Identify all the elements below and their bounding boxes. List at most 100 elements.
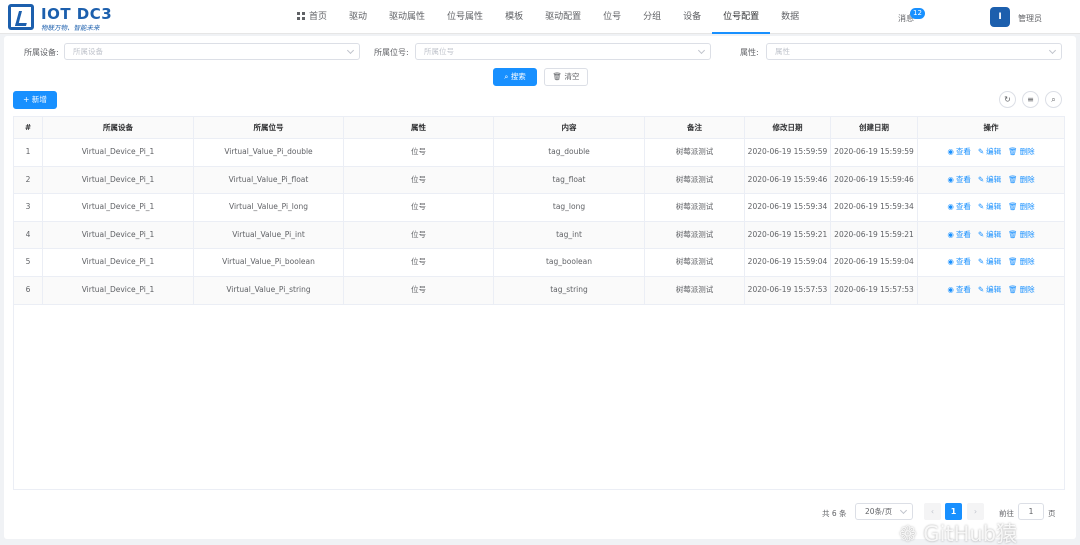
table-cell-actions: ◉ 查看 ✎ 编辑 🗑 删除 [918,167,1064,194]
view-button[interactable]: ◉ 查看 [947,249,971,276]
table-cell-device: Virtual_Device_Pi_1 [43,194,194,221]
table-row: 1 Virtual_Device_Pi_1 Virtual_Value_Pi_dou… [14,139,1064,167]
table-cell-remark: 树莓派测试 [645,166,745,194]
edit-button[interactable]: ✎ 编辑 [978,167,1001,194]
table-cell-actions: ◉ 查看 ✎ 编辑 🗑 删除 [918,139,1064,166]
top-nav: 首页 驱动 驱动属性 位号属性 模板 驱动配置 位号 分组 设备 位号配置 数据 [286,0,810,34]
delete-button[interactable]: 🗑 删除 [1008,139,1035,166]
trash-icon: 🗑 [1008,202,1018,212]
table-cell-remark: 树莓派测试 [645,249,745,276]
nav-item-point-attribute[interactable]: 位号属性 [436,0,494,34]
admin-avatar-icon[interactable]: I [990,7,1010,27]
nav-item-template[interactable]: 模板 [494,0,534,34]
nav-item-group[interactable]: 分组 [632,0,672,34]
table-cell-remark: 树莓派测试 [645,221,745,249]
table-cell-content: tag_boolean [494,249,645,276]
trash-icon: 🗑 [1008,147,1018,156]
eye-icon: ◉ [947,174,954,184]
delete-button[interactable]: 🗑 删除 [1008,167,1035,194]
table-cell-content: tag_double [494,139,645,166]
table-cell-point: Virtual_Value_Pi_long [194,194,344,221]
table-cell-updated: 2020-06-19 15:59:59 [745,139,831,166]
add-button[interactable]: + 新增 [13,91,57,109]
table-cell-created: 2020-06-19 15:59:59 [831,139,918,166]
delete-button[interactable]: 🗑 删除 [1008,277,1035,304]
view-button[interactable]: ◉ 查看 [947,222,971,249]
table-cell-actions: ◉ 查看 ✎ 编辑 🗑 删除 [918,277,1064,304]
table-cell-actions: ◉ 查看 ✎ 编辑 🗑 删除 [918,222,1064,249]
delete-button[interactable]: 🗑 删除 [1008,194,1035,221]
edit-button[interactable]: ✎ 编辑 [978,277,1001,304]
table-cell-device: Virtual_Device_Pi_1 [43,221,194,249]
nav-item-driver[interactable]: 驱动 [338,0,378,34]
plus-icon: + [23,95,30,104]
view-button[interactable]: ◉ 查看 [947,167,971,194]
point-filter-select[interactable]: 所属位号 [415,43,711,60]
table-cell-point: Virtual_Value_Pi_float [194,166,344,194]
eye-icon: ◉ [947,257,954,267]
table-cell-content: tag_int [494,221,645,249]
main-card: 所属设备: 所属设备 所属位号: 所属位号 属性: 属性 ⌕ 搜索 🗑 清空 +… [4,36,1076,545]
view-button[interactable]: ◉ 查看 [947,194,971,221]
column-header: 创建日期 [831,117,918,138]
edit-button[interactable]: ✎ 编辑 [978,194,1001,221]
table-row: 5 Virtual_Device_Pi_1 Virtual_Value_Pi_boo… [14,249,1064,277]
top-header: IOT DC3 物联万物、智能未来 首页 驱动 驱动属性 位号属性 模板 驱动配… [0,0,1080,34]
sort-icon[interactable]: ≡ [1022,91,1039,108]
nav-item-data[interactable]: 数据 [770,0,810,34]
device-filter-label: 所属设备: [24,48,59,57]
refresh-icon[interactable]: ↻ [999,91,1016,108]
table-cell-created: 2020-06-19 15:59:04 [831,249,918,276]
trash-icon: 🗑 [552,72,563,81]
table-cell-created: 2020-06-19 15:59:34 [831,194,918,221]
app-logo[interactable]: IOT DC3 物联万物、智能未来 [8,4,138,32]
admin-label[interactable]: 管理员 [1018,13,1042,24]
nav-item-device[interactable]: 设备 [672,0,712,34]
reset-button[interactable]: 🗑 清空 [544,68,588,86]
search-button[interactable]: ⌕ 搜索 [493,68,537,86]
column-header: # [14,117,43,138]
column-header: 所属设备 [43,117,194,138]
view-button[interactable]: ◉ 查看 [947,139,971,166]
attr-filter-select[interactable]: 属性 [766,43,1062,60]
chevron-down-icon [346,46,355,55]
nav-item-point-config[interactable]: 位号配置 [712,0,771,34]
edit-button[interactable]: ✎ 编辑 [978,139,1001,166]
table-cell-attr: 位号 [344,221,494,249]
delete-button[interactable]: 🗑 删除 [1008,249,1035,276]
delete-button[interactable]: 🗑 删除 [1008,222,1035,249]
column-header: 所属位号 [194,117,344,138]
grid-icon [297,12,305,20]
nav-item-home[interactable]: 首页 [286,0,338,34]
table-cell-remark: 树莓派测试 [645,139,745,166]
table-cell-point: Virtual_Value_Pi_boolean [194,249,344,276]
eye-icon: ◉ [947,229,954,239]
table-cell-device: Virtual_Device_Pi_1 [43,276,194,304]
column-header: 备注 [645,117,745,138]
table-cell-updated: 2020-06-19 15:59:34 [745,194,831,221]
device-filter-select[interactable]: 所属设备 [64,43,360,60]
table-cell-attr: 位号 [344,249,494,276]
nav-item-driver-attribute[interactable]: 驱动属性 [378,0,436,34]
table-cell-actions: ◉ 查看 ✎ 编辑 🗑 删除 [918,194,1064,221]
nav-item-point[interactable]: 位号 [592,0,632,34]
pencil-icon: ✎ [977,147,985,156]
trash-icon: 🗑 [1008,229,1018,239]
table-cell-updated: 2020-06-19 15:59:46 [745,166,831,194]
table-cell-updated: 2020-06-19 15:59:21 [745,221,831,249]
edit-button[interactable]: ✎ 编辑 [978,222,1001,249]
logo-mark-icon [8,4,34,30]
table-cell-updated: 2020-06-19 15:59:04 [745,249,831,276]
table-cell-idx: 4 [14,221,43,249]
goto-page-input[interactable]: 1 [1018,503,1044,520]
table-cell-device: Virtual_Device_Pi_1 [43,139,194,166]
column-header: 操作 [983,123,999,132]
table-header: # 所属设备 所属位号 属性 内容 备注 修改日期 创建日期 操作 [14,117,1064,139]
table-cell-idx: 1 [14,139,43,166]
table-cell-idx: 5 [14,249,43,276]
view-button[interactable]: ◉ 查看 [947,277,971,304]
table-cell-idx: 3 [14,194,43,221]
nav-item-driver-config[interactable]: 驱动配置 [534,0,592,34]
search-toggle-icon[interactable]: ⌕ [1045,91,1062,108]
edit-button[interactable]: ✎ 编辑 [978,249,1001,276]
